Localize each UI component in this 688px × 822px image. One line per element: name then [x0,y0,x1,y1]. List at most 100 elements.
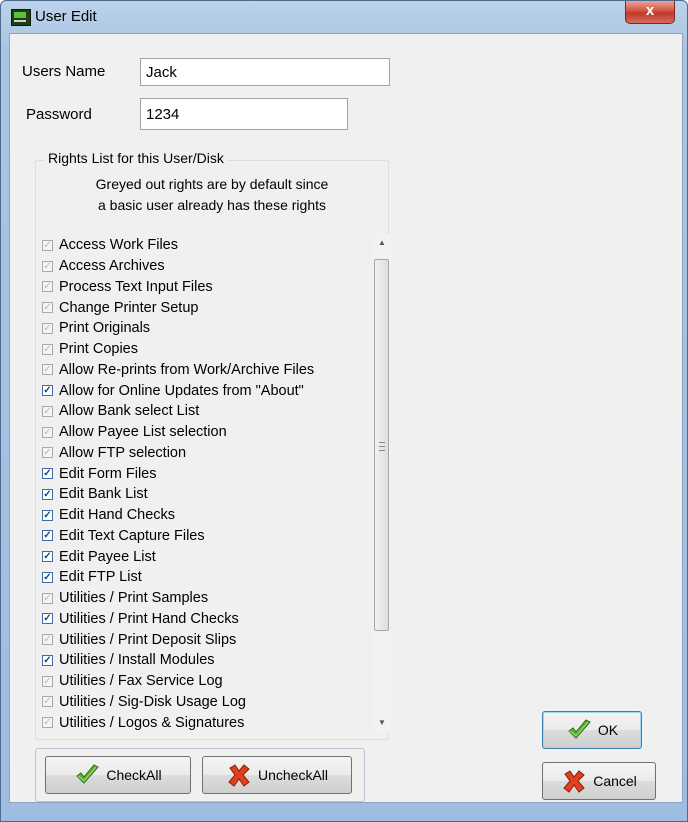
rights-list-item[interactable]: Allow for Online Updates from "About" [36,380,376,401]
dialog-client-area: Users Name Password Rights List for this… [9,33,683,803]
check-all-button[interactable]: CheckAll [45,756,191,794]
scroll-grip-icon [379,442,385,451]
rights-list-item: Access Work Files [36,235,376,256]
rights-item-label: Utilities / Install Modules [59,652,215,669]
checkbox [42,717,53,729]
password-label: Password [26,106,92,123]
rights-item-label: Edit Payee List [59,548,156,565]
check-all-label: CheckAll [106,767,162,783]
cancel-button[interactable]: Cancel [542,762,656,800]
rights-item-label: Edit Hand Checks [59,507,176,524]
checkbox[interactable] [42,571,53,583]
user-edit-window: User Edit x Users Name Password Rights L… [0,0,688,822]
rights-list-item: Utilities / Sig-Disk Usage Log [36,692,376,713]
window-title: User Edit [35,8,97,25]
scroll-up-arrow-icon[interactable]: ▲ [373,234,391,252]
scroll-down-arrow-icon[interactable]: ▼ [373,714,391,732]
rights-item-label: Edit FTP List [59,569,142,586]
green-checkmark-icon [74,762,100,788]
rights-list-item: Allow Re-prints from Work/Archive Files [36,360,376,381]
red-x-icon [561,768,587,794]
rights-list-item[interactable]: Utilities / Print Hand Checks [36,609,376,630]
checkbox [42,322,53,334]
red-x-icon [226,762,252,788]
checkbox [42,634,53,646]
rights-list-item: Utilities / Print Samples [36,588,376,609]
scroll-thumb[interactable] [374,259,389,631]
rights-list-item: Print Originals [36,318,376,339]
checkbox[interactable] [42,385,53,397]
rights-item-label: Allow FTP selection [59,444,187,461]
checkbox [42,405,53,417]
rights-list-item: Process Text Input Files [36,277,376,298]
rights-item-label: Utilities / Fax Service Log [59,673,223,690]
checkbox [42,343,53,355]
checkbox [42,281,53,293]
rights-item-label: Allow for Online Updates from "About" [59,382,304,399]
rights-list-item: Allow FTP selection [36,443,376,464]
rights-item-label: Utilities / Sig-Disk Usage Log [59,693,246,710]
rights-note-line-1: Greyed out rights are by default since [95,176,329,192]
rights-list-item[interactable]: Edit Form Files [36,463,376,484]
green-checkmark-icon [566,717,592,743]
ok-button[interactable]: OK [542,711,642,749]
rights-list-item[interactable]: Utilities / Install Modules [36,650,376,671]
rights-item-label: Allow Payee List selection [59,424,227,441]
rights-item-label: Edit Text Capture Files [59,527,205,544]
rights-item-label: Allow Bank select List [59,403,200,420]
rights-note-line-2: a basic user already has these rights [97,197,326,213]
checkbox [42,447,53,459]
rights-item-label: Utilities / Logos & Signatures [59,714,245,731]
checkbox[interactable] [42,509,53,521]
rights-item-label: Edit Form Files [59,465,157,482]
rights-list-item: Utilities / Logos & Signatures [36,712,376,733]
checkbox [42,696,53,708]
checkbox[interactable] [42,530,53,542]
rights-item-label: Print Originals [59,320,151,337]
rights-list-item[interactable]: Edit Hand Checks [36,505,376,526]
close-icon: x [645,2,655,19]
rights-list-item[interactable]: Edit Text Capture Files [36,526,376,547]
cancel-label: Cancel [593,773,637,789]
checkbox[interactable] [42,654,53,666]
rights-list-item[interactable]: Edit Payee List [36,546,376,567]
checkbox[interactable] [42,488,53,500]
rights-item-label: Allow Re-prints from Work/Archive Files [59,361,315,378]
rights-item-label: Edit Bank List [59,486,148,503]
rights-item-label: Change Printer Setup [59,299,199,316]
rights-list-item[interactable]: Edit FTP List [36,567,376,588]
rights-item-label: Print Copies [59,341,138,358]
rights-item-label: Process Text Input Files [59,278,213,295]
rights-list-item: Access Archives [36,256,376,277]
uncheck-all-label: UncheckAll [257,767,329,783]
app-icon [11,9,31,26]
rights-item-label: Access Archives [59,258,165,275]
checkbox[interactable] [42,551,53,563]
rights-item-label: Access Work Files [59,237,178,254]
checkbox [42,364,53,376]
checkbox [42,592,53,604]
close-button[interactable]: x [625,1,675,24]
rights-list-item: Print Copies [36,339,376,360]
rights-item-label: Utilities / Print Deposit Slips [59,631,237,648]
users-name-input[interactable] [140,58,390,86]
checkbox[interactable] [42,468,53,480]
title-bar[interactable]: User Edit x [1,1,687,33]
checkbox [42,675,53,687]
rights-list-item: Allow Bank select List [36,401,376,422]
rights-item-label: Utilities / Print Hand Checks [59,610,239,627]
checkbox [42,239,53,251]
rights-group-title: Rights List for this User/Disk [45,150,227,166]
password-input[interactable] [140,98,348,130]
rights-scrollbar[interactable]: ▲ ▼ [373,234,391,732]
rights-list-item: Allow Payee List selection [36,422,376,443]
rights-item-label: Utilities / Print Samples [59,590,209,607]
rights-list: Access Work Files Access Archives Process … [36,235,376,733]
rights-list-item: Utilities / Print Deposit Slips [36,629,376,650]
checkbox[interactable] [42,613,53,625]
uncheck-all-button[interactable]: UncheckAll [202,756,352,794]
checkbox [42,302,53,314]
rights-list-item[interactable]: Edit Bank List [36,484,376,505]
rights-list-item: Utilities / Fax Service Log [36,671,376,692]
rights-list-item: Change Printer Setup [36,297,376,318]
